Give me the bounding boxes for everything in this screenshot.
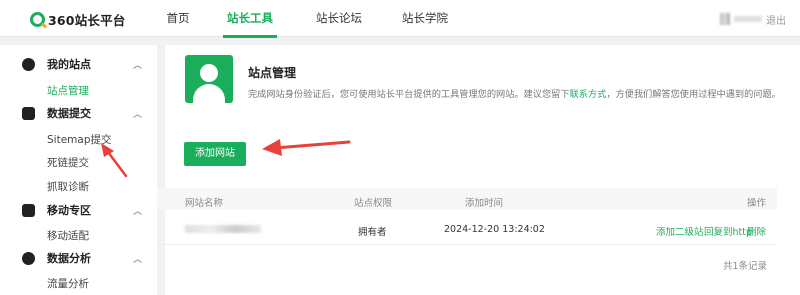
sidebar-section-title: 数据分析 <box>47 252 91 265</box>
logout-link[interactable]: 退出 <box>766 12 786 27</box>
delete-link[interactable]: 删除 <box>747 224 766 238</box>
col-add-time: 添加时间 <box>465 198 504 209</box>
nav-home[interactable]: 首页 <box>158 0 198 37</box>
nav-tools[interactable]: 站长工具 <box>223 0 277 38</box>
site-avatar-icon <box>185 55 233 103</box>
chevron-up-icon: ︿ <box>133 109 143 120</box>
logo-text: 360站长平台 <box>48 12 126 28</box>
mobile-icon <box>22 203 35 217</box>
logo[interactable]: 360站长平台 <box>30 10 126 28</box>
col-site-name: 网站名称 <box>185 198 224 209</box>
col-permission: 站点权限 <box>354 198 393 209</box>
sidebar-section-title: 我的站点 <box>47 58 91 71</box>
nav-forum[interactable]: 站长论坛 <box>312 0 366 37</box>
add-site-button[interactable]: 添加网站 <box>184 142 246 166</box>
page-description: 完成网站身份验证后，您可使用站长平台提供的工具管理您的网站。建议您留下联系方式，… <box>248 86 781 100</box>
row-divider <box>157 244 777 245</box>
nav-academy[interactable]: 站长学院 <box>398 0 452 37</box>
sidebar-section-data-submit[interactable]: 数据提交 ︿ <box>0 103 157 123</box>
sidebar-item-sitemap[interactable]: Sitemap提交 <box>47 132 112 147</box>
main-panel <box>165 45 800 295</box>
sidebar-item-traffic[interactable]: 流量分析 <box>47 276 89 291</box>
description-text: ，方便我们解答您使用过程中遇到的问题。 <box>606 89 781 100</box>
user-icon <box>22 57 35 71</box>
logo-icon <box>30 11 45 27</box>
chevron-up-icon: ︿ <box>133 254 143 265</box>
sidebar: 我的站点 ︿ 站点管理 数据提交 ︿ Sitemap提交 死链提交 抓取诊断 移… <box>0 45 157 295</box>
chevron-up-icon: ︿ <box>133 60 143 71</box>
add-subsite-link[interactable]: 添加二级站 <box>656 224 704 238</box>
description-text: 完成网站身份验证后，您可使用站长平台提供的工具管理您的网站。建议您留下 <box>248 89 570 100</box>
avatar[interactable] <box>720 13 730 25</box>
chevron-up-icon: ︿ <box>133 206 143 217</box>
user-name[interactable] <box>734 16 762 22</box>
sidebar-item-mobile-adapt[interactable]: 移动适配 <box>47 228 89 243</box>
col-actions: 操作 <box>747 198 767 209</box>
sidebar-item-crawl-diagnosis[interactable]: 抓取诊断 <box>47 179 89 194</box>
site-name-cell[interactable] <box>185 225 261 233</box>
sidebar-section-analytics[interactable]: 数据分析 ︿ <box>0 248 157 268</box>
sidebar-section-my-sites[interactable]: 我的站点 ︿ <box>0 54 157 74</box>
total-count: 共1条记录 <box>723 261 768 272</box>
contact-link[interactable]: 联系方式 <box>570 89 607 100</box>
chart-icon <box>22 251 35 265</box>
upload-icon <box>22 106 35 120</box>
sidebar-item-site-management[interactable]: 站点管理 <box>47 83 89 98</box>
page-title: 站点管理 <box>248 66 297 80</box>
permission-cell: 拥有者 <box>358 227 387 238</box>
time-cell: 2024-12-20 13:24:02 <box>444 224 545 235</box>
sidebar-section-title: 移动专区 <box>47 204 91 217</box>
top-navbar: 360站长平台 首页 站长工具 站长论坛 站长学院 退出 <box>0 0 800 38</box>
sidebar-section-title: 数据提交 <box>47 107 91 120</box>
sidebar-section-mobile[interactable]: 移动专区 ︿ <box>0 200 157 220</box>
sidebar-item-deadlink[interactable]: 死链提交 <box>47 155 89 170</box>
restore-http-link[interactable]: 回复到http <box>704 224 752 238</box>
